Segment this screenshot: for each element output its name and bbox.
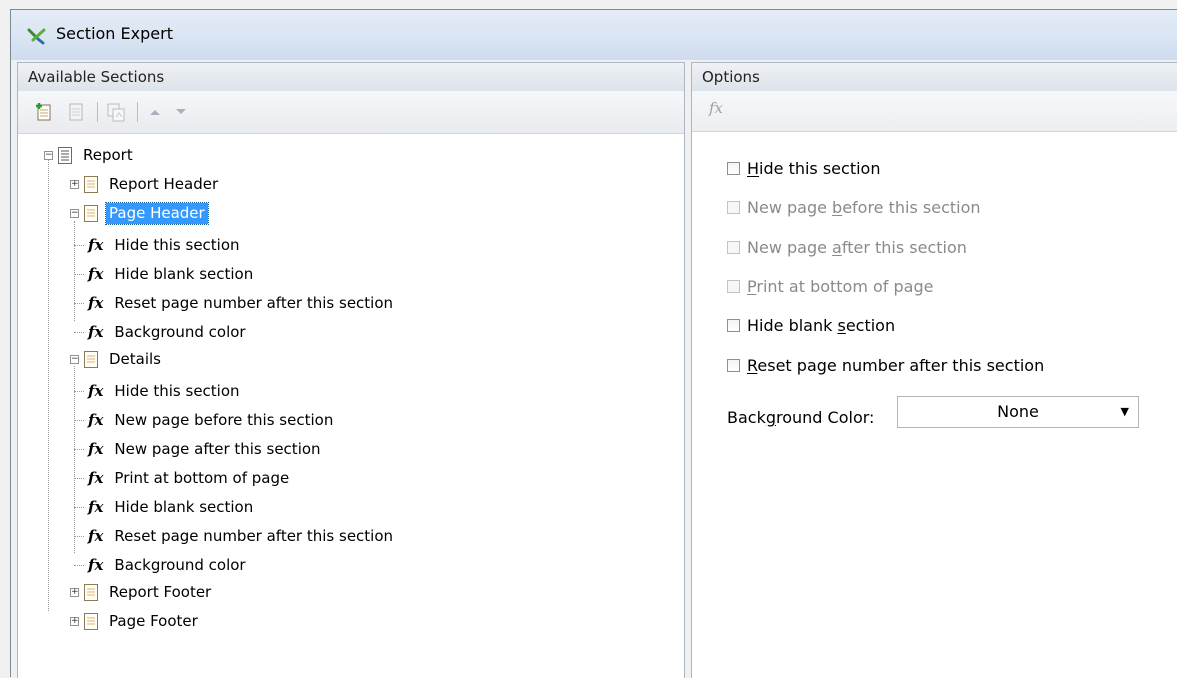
title-bar: Section Expert — [11, 10, 1177, 60]
checkbox-box[interactable] — [727, 162, 740, 175]
formula-icon: fx — [88, 440, 104, 458]
checkbox-label: Hide blank section — [747, 316, 896, 335]
options-toolbar: fx — [692, 91, 1177, 132]
background-color-label: Background Color: — [727, 408, 875, 427]
tree-label: Report — [83, 145, 133, 164]
formula-icon: fx — [88, 294, 104, 312]
tree-item-formula[interactable]: fx Reset page number after this section — [88, 525, 396, 547]
tree-label: Report Header — [109, 174, 219, 193]
formula-icon[interactable]: fx — [709, 99, 723, 117]
hide-section-checkbox[interactable]: Hide this section — [727, 159, 880, 178]
formula-icon: fx — [88, 411, 104, 429]
tree-item-formula[interactable]: fx Hide this section — [88, 380, 243, 402]
tree-item-formula[interactable]: fx Background color — [88, 554, 249, 576]
tree-label: New page after this section — [114, 439, 321, 458]
options-header: Options — [692, 63, 1177, 92]
sections-toolbar — [18, 91, 684, 134]
page-footer-expand-toggle[interactable]: + — [70, 617, 79, 626]
report-footer-expand-toggle[interactable]: + — [70, 588, 79, 597]
page-header-collapse-toggle[interactable]: − — [70, 209, 79, 218]
tree-label: Page Footer — [109, 611, 198, 630]
tree-node-details[interactable]: Details — [84, 348, 164, 370]
window-title: Section Expert — [56, 24, 173, 43]
checkbox-box[interactable] — [727, 359, 740, 372]
tree-label: Hide blank section — [114, 264, 254, 283]
delete-section-icon[interactable] — [66, 101, 86, 123]
tree-label: Print at bottom of page — [114, 468, 290, 487]
insert-section-icon[interactable] — [34, 101, 54, 123]
tree-label: Details — [109, 349, 162, 368]
tree-node-report-footer[interactable]: Report Footer — [84, 581, 214, 603]
report-icon — [58, 146, 72, 164]
background-color-value: None — [997, 402, 1039, 421]
tree-label: Hide this section — [114, 235, 240, 254]
tree-label: Hide this section — [114, 381, 240, 400]
reset-page-number-checkbox[interactable]: Reset page number after this section — [727, 356, 1044, 375]
hide-blank-section-checkbox[interactable]: Hide blank section — [727, 316, 895, 335]
tree-node-report[interactable]: Report — [58, 144, 136, 166]
tree-label: Background color — [114, 322, 246, 341]
checkbox-box[interactable] — [727, 201, 740, 214]
tree-item-formula[interactable]: fx Hide blank section — [88, 263, 256, 285]
tree-item-formula[interactable]: fx Background color — [88, 321, 249, 343]
options-panel: Options fx Hide this section New page be… — [691, 62, 1177, 678]
available-sections-header: Available Sections — [18, 63, 684, 92]
tree-label: Hide blank section — [114, 497, 254, 516]
tree-item-formula[interactable]: fx Hide this section — [88, 234, 243, 256]
move-up-icon[interactable] — [146, 101, 164, 123]
tree-label: Background color — [114, 555, 246, 574]
move-down-icon[interactable] — [172, 101, 190, 123]
section-icon — [84, 175, 98, 193]
formula-icon: fx — [88, 527, 104, 545]
section-icon — [84, 612, 98, 630]
dropdown-arrow-icon[interactable]: ▼ — [1121, 397, 1129, 427]
details-collapse-toggle[interactable]: − — [70, 355, 79, 364]
checkbox-box[interactable] — [727, 280, 740, 293]
formula-icon: fx — [88, 323, 104, 341]
checkbox-label: New page before this section — [747, 198, 981, 217]
section-icon — [84, 583, 98, 601]
tree-item-formula[interactable]: fx New page before this section — [88, 409, 336, 431]
checkbox-label: New page after this section — [747, 238, 967, 257]
tree-item-formula[interactable]: fx Print at bottom of page — [88, 467, 292, 489]
formula-icon: fx — [88, 382, 104, 400]
report-collapse-toggle[interactable]: − — [44, 151, 53, 160]
tree-item-formula[interactable]: fx Hide blank section — [88, 496, 256, 518]
tree-item-formula[interactable]: fx Reset page number after this section — [88, 292, 396, 314]
tree-node-page-header[interactable]: Page Header — [84, 201, 209, 225]
new-page-after-checkbox[interactable]: New page after this section — [727, 238, 967, 257]
sections-tree: − Report + Report Header − Page Header f… — [18, 135, 684, 678]
checkbox-box[interactable] — [727, 241, 740, 254]
checkbox-label: Print at bottom of page — [747, 277, 934, 296]
available-sections-panel: Available Sections − Report + Report Hea… — [17, 62, 685, 678]
background-color-dropdown[interactable]: None ▼ — [897, 396, 1139, 428]
formula-icon: fx — [88, 556, 104, 574]
report-header-expand-toggle[interactable]: + — [70, 180, 79, 189]
checkbox-label: Hide this section — [747, 159, 881, 178]
tree-node-page-footer[interactable]: Page Footer — [84, 610, 201, 632]
checkbox-box[interactable] — [727, 319, 740, 332]
formula-icon: fx — [88, 469, 104, 487]
tree-label-selected: Page Header — [105, 201, 209, 225]
section-expert-app-icon — [27, 28, 46, 45]
tree-label: Reset page number after this section — [114, 526, 394, 545]
section-expert-window: Section Expert Available Sections − Repo… — [10, 9, 1177, 678]
section-icon — [84, 204, 98, 222]
formula-icon: fx — [88, 236, 104, 254]
tree-label: Report Footer — [109, 582, 212, 601]
tree-label: New page before this section — [114, 410, 334, 429]
checkbox-label: Reset page number after this section — [747, 356, 1045, 375]
section-icon — [84, 350, 98, 368]
print-at-bottom-checkbox[interactable]: Print at bottom of page — [727, 277, 933, 296]
merge-section-icon[interactable] — [105, 101, 127, 123]
tree-node-report-header[interactable]: Report Header — [84, 173, 221, 195]
formula-icon: fx — [88, 265, 104, 283]
formula-icon: fx — [88, 498, 104, 516]
tree-label: Reset page number after this section — [114, 293, 394, 312]
tree-item-formula[interactable]: fx New page after this section — [88, 438, 324, 460]
new-page-before-checkbox[interactable]: New page before this section — [727, 198, 981, 217]
